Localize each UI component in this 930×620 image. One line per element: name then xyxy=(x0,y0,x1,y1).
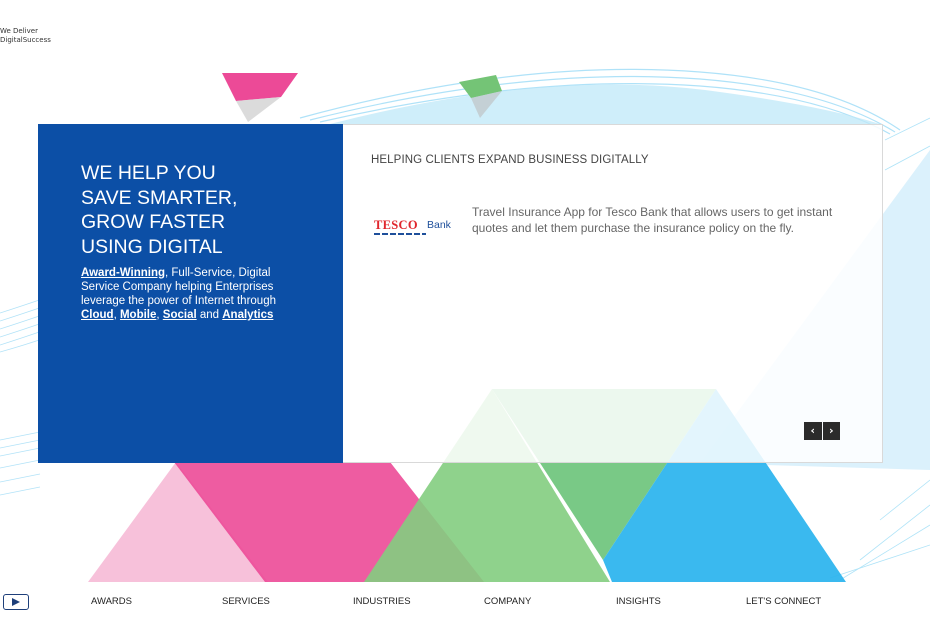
tagline-line-2: DigitalSuccess xyxy=(0,36,51,44)
brand-tagline: We Deliver DigitalSuccess xyxy=(0,27,51,45)
mobile-link[interactable]: Mobile xyxy=(120,309,156,321)
hero-description: Award-Winning, Full-Service, Digital Ser… xyxy=(81,266,293,322)
nav-lets-connect[interactable]: LET'S CONNECT xyxy=(746,596,821,607)
social-link[interactable]: Social xyxy=(163,309,197,321)
logo-stripes-icon xyxy=(374,233,426,235)
logo-sub-text: Bank xyxy=(427,219,451,231)
client-description: Travel Insurance App for Tesco Bank that… xyxy=(472,205,833,235)
nav-awards[interactable]: AWARDS xyxy=(91,596,132,607)
hero-title-line: GROW FASTER xyxy=(81,211,226,233)
tagline-line-1: We Deliver xyxy=(0,27,38,35)
chevron-right-icon[interactable]: › xyxy=(822,422,840,440)
nav-insights[interactable]: INSIGHTS xyxy=(616,596,661,607)
hero-title-line: WE HELP YOU xyxy=(81,162,216,184)
hero-title-line: SAVE SMARTER, xyxy=(81,186,238,209)
nav-industries[interactable]: INDUSTRIES xyxy=(353,596,411,607)
analytics-link[interactable]: Analytics xyxy=(222,309,273,321)
award-winning-link[interactable]: Award-Winning xyxy=(81,267,165,279)
tesco-bank-logo: TESCO Bank xyxy=(373,218,459,236)
hero-title-line: USING DIGITAL xyxy=(81,235,223,258)
client-showcase-card: HELPING CLIENTS EXPAND BUSINESS DIGITALL… xyxy=(343,124,883,463)
hero-panel: WE HELP YOU SAVE SMARTER, GROW FASTER US… xyxy=(38,124,343,463)
nav-services[interactable]: SERVICES xyxy=(222,596,270,607)
cloud-link[interactable]: Cloud xyxy=(81,309,114,321)
clients-heading: HELPING CLIENTS EXPAND BUSINESS DIGITALL… xyxy=(371,154,649,166)
footer-navigation: AWARDS SERVICES INDUSTRIES COMPANY INSIG… xyxy=(0,596,930,610)
logo-brand-text: TESCO xyxy=(374,218,418,232)
carousel-controls: ‹ › xyxy=(804,422,840,440)
chevron-left-icon[interactable]: ‹ xyxy=(804,422,822,440)
hero-title: WE HELP YOU SAVE SMARTER, GROW FASTER US… xyxy=(81,161,311,259)
hero-desc-and: and xyxy=(196,309,223,321)
nav-company[interactable]: COMPANY xyxy=(484,596,531,607)
